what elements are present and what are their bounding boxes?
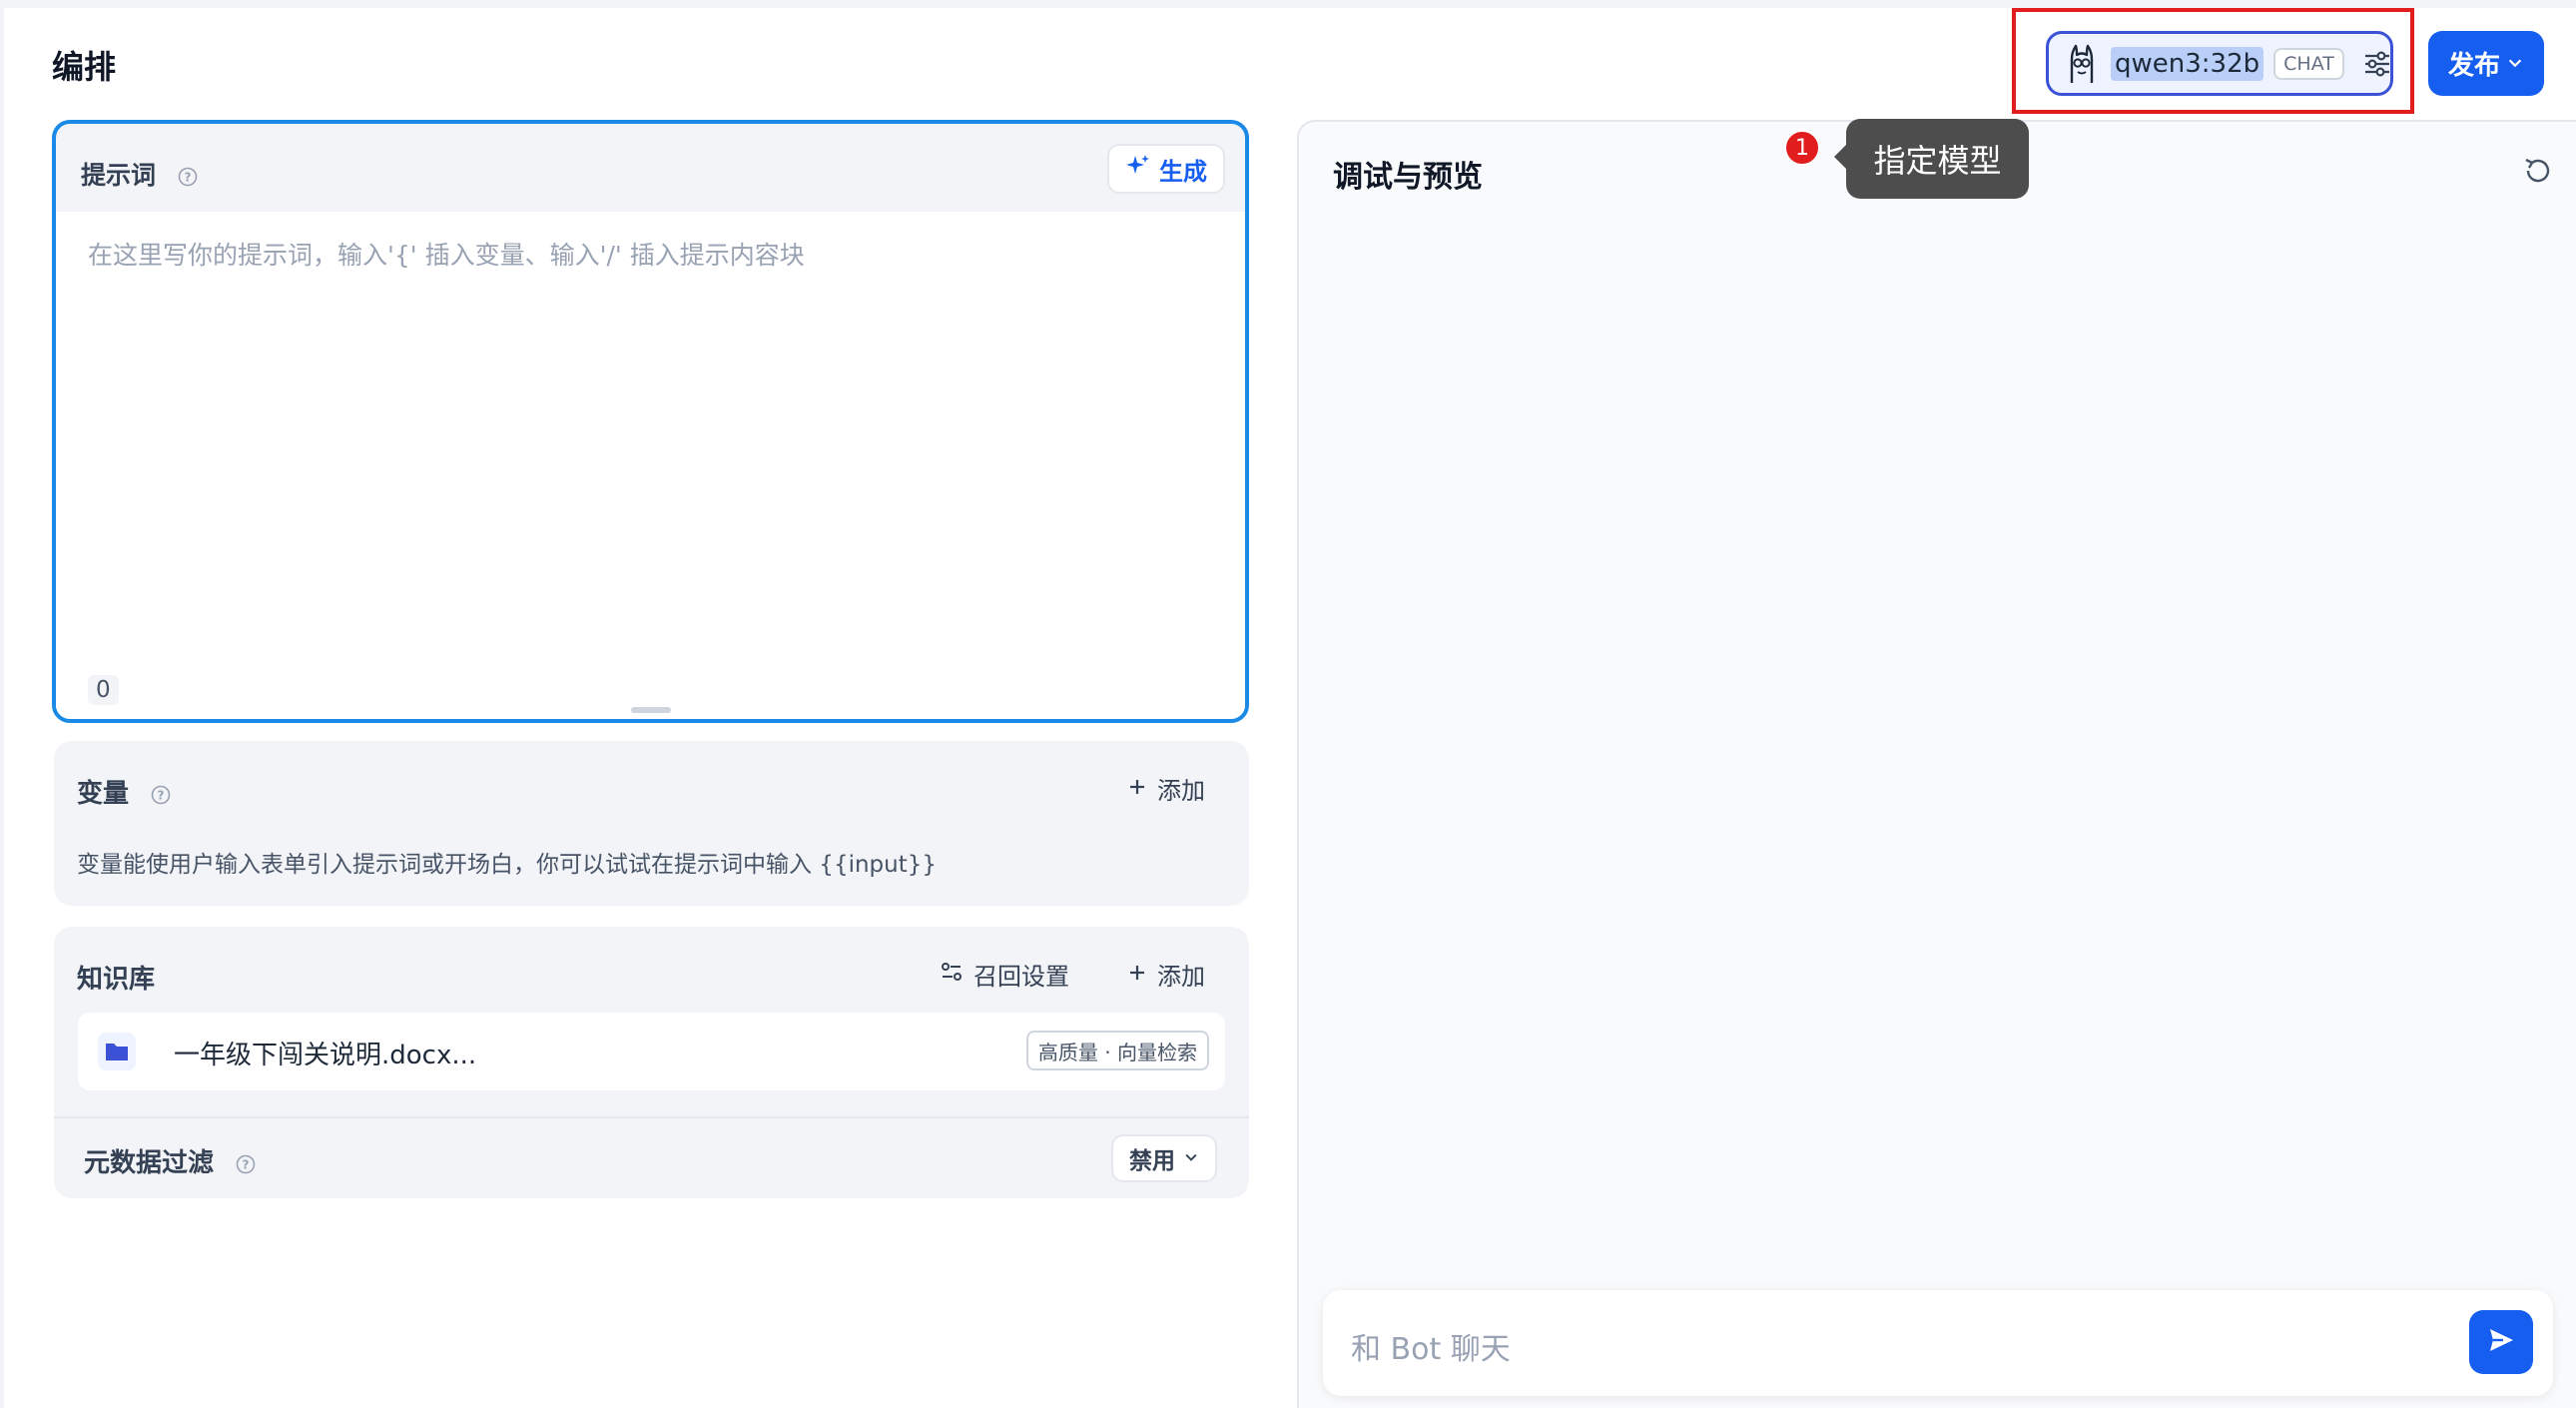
add-variable-button[interactable]: 添加 [1127,771,1205,806]
variables-title-text: 变量 [77,779,130,809]
sliders-icon[interactable] [2360,47,2394,81]
chat-placeholder: 和 Bot 聊天 [1351,1332,1511,1367]
plus-icon [1127,775,1147,803]
generate-label: 生成 [1159,157,1207,186]
recall-settings-icon [940,960,964,990]
generate-button[interactable]: 生成 [1107,144,1225,194]
prompt-header: 提示词 ? 生成 [56,124,1245,212]
add-variable-label: 添加 [1157,777,1205,805]
help-icon[interactable]: ? [235,1153,257,1175]
plus-icon [1127,961,1147,989]
send-button[interactable] [2469,1310,2533,1374]
recall-settings-button[interactable]: 召回设置 [940,957,1069,992]
svg-text:?: ? [243,1157,250,1171]
sparkle-icon [1125,153,1151,185]
left-border [0,0,4,1408]
chat-input[interactable]: 和 Bot 聊天 [1323,1290,2553,1396]
knowledge-item-tag: 高质量 · 向量检索 [1025,1031,1209,1070]
prompt-label-text: 提示词 [81,161,157,190]
page-title: 编排 [52,48,117,86]
preview-title: 调试与预览 [1333,160,1483,195]
metadata-filter-label-text: 元数据过滤 [84,1148,215,1178]
variables-title: 变量 ? [77,773,172,810]
model-tooltip: 指定模型 [1834,119,2029,199]
metadata-filter-select[interactable]: 禁用 [1111,1134,1217,1182]
variables-description: 变量能使用户输入表单引入提示词或开场白，你可以试试在提示词中输入 {{input… [77,852,938,878]
knowledge-item-name: 一年级下闯关说明.docx... [174,1041,477,1070]
chevron-down-icon [1183,1145,1199,1171]
knowledge-title: 知识库 [77,965,156,995]
prompt-card: 提示词 ? 生成 在这里写你的提示词，输入'{' 插入变量、输入'/' 插入提示… [52,120,1249,723]
top-border [0,0,2576,8]
svg-text:?: ? [158,788,165,802]
refresh-icon[interactable] [2520,154,2554,188]
chevron-down-icon [2506,49,2524,79]
add-knowledge-button[interactable]: 添加 [1127,957,1205,992]
debug-preview-panel: 调试与预览 [1297,120,2576,1408]
prompt-textarea[interactable]: 在这里写你的提示词，输入'{' 插入变量、输入'/' 插入提示内容块 0 [56,212,1245,719]
model-mode-tag: CHAT [2273,47,2344,80]
help-icon[interactable]: ? [177,166,199,188]
variables-card: 变量 ? 添加 变量能使用户输入表单引入提示词或开场白，你可以试试在提示词中输入… [54,741,1249,906]
publish-label: 发布 [2447,51,2500,81]
send-icon [2485,1324,2517,1360]
metadata-filter-value: 禁用 [1129,1148,1175,1174]
metadata-filter-label: 元数据过滤 ? [84,1142,257,1179]
prompt-label: 提示词 ? [81,156,199,192]
knowledge-item[interactable]: 一年级下闯关说明.docx... 高质量 · 向量检索 [78,1013,1225,1090]
folder-icon [96,1031,138,1072]
step-badge: 1 [1784,130,1820,166]
prompt-placeholder: 在这里写你的提示词，输入'{' 插入变量、输入'/' 插入提示内容块 [88,241,805,270]
model-selector-button[interactable]: qwen3:32b CHAT [2046,31,2393,96]
llama-icon [2063,43,2101,85]
divider [54,1116,1249,1118]
char-count: 0 [88,675,119,705]
resize-handle[interactable] [631,707,671,713]
svg-text:?: ? [184,171,191,185]
add-knowledge-label: 添加 [1157,963,1205,991]
model-name: qwen3:32b [2111,46,2264,81]
knowledge-card: 知识库 召回设置 添加 一年级下闯关说明.docx... 高质量 · 向量检索 [54,927,1249,1198]
recall-settings-label: 召回设置 [973,963,1069,991]
publish-button[interactable]: 发布 [2428,31,2544,96]
help-icon[interactable]: ? [150,784,172,806]
